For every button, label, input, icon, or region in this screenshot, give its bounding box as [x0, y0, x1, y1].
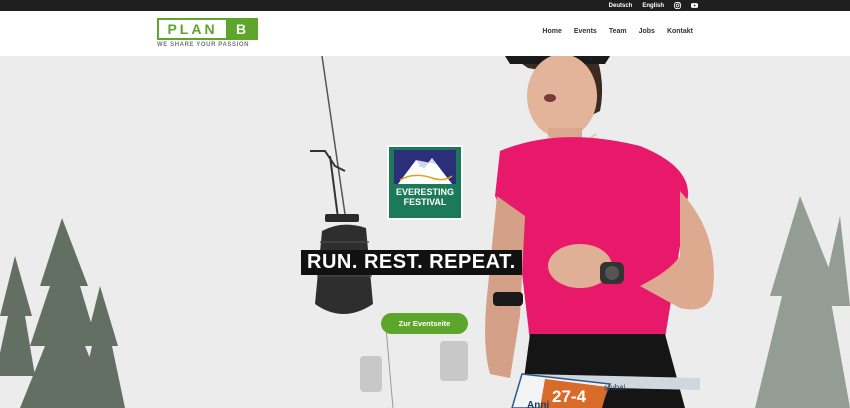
logo-letter: B — [226, 20, 256, 38]
mountain-icon — [394, 150, 456, 184]
logo-tagline: WE SHARE YOUR PASSION — [157, 42, 250, 48]
logo-box: PLAN B — [157, 18, 258, 40]
hero-section: 27-4 Anni stubai EVERESTING FESTIVAL RUN… — [0, 56, 850, 408]
belt-text: stubai — [604, 383, 626, 392]
nav-home[interactable]: Home — [542, 28, 561, 35]
nav-kontakt[interactable]: Kontakt — [667, 28, 693, 35]
everesting-festival-logo: EVERESTING FESTIVAL — [387, 145, 463, 220]
lang-deutsch[interactable]: Deutsch — [609, 3, 633, 9]
lang-english[interactable]: English — [642, 3, 664, 9]
nav-jobs[interactable]: Jobs — [639, 28, 655, 35]
site-logo[interactable]: PLAN B WE SHARE YOUR PASSION — [157, 18, 259, 50]
festival-logo-line2: FESTIVAL — [403, 197, 447, 207]
festival-logo-line1: EVERESTING — [395, 187, 454, 197]
bib-name: Anni — [527, 400, 549, 408]
site-header: PLAN B WE SHARE YOUR PASSION Home Events… — [0, 11, 850, 56]
top-bar: Deutsch English — [0, 0, 850, 11]
nav-events[interactable]: Events — [574, 28, 597, 35]
hero-background-image: 27-4 Anni stubai — [0, 56, 850, 408]
nav-team[interactable]: Team — [609, 28, 627, 35]
instagram-icon[interactable] — [674, 2, 681, 9]
event-page-button[interactable]: Zur Eventseite — [381, 313, 468, 334]
youtube-icon[interactable] — [691, 2, 698, 9]
logo-word: PLAN — [167, 21, 218, 37]
bib-number: 27-4 — [552, 387, 587, 406]
hero-headline: RUN. REST. REPEAT. — [301, 250, 522, 275]
main-nav: Home Events Team Jobs Kontakt — [542, 28, 693, 35]
